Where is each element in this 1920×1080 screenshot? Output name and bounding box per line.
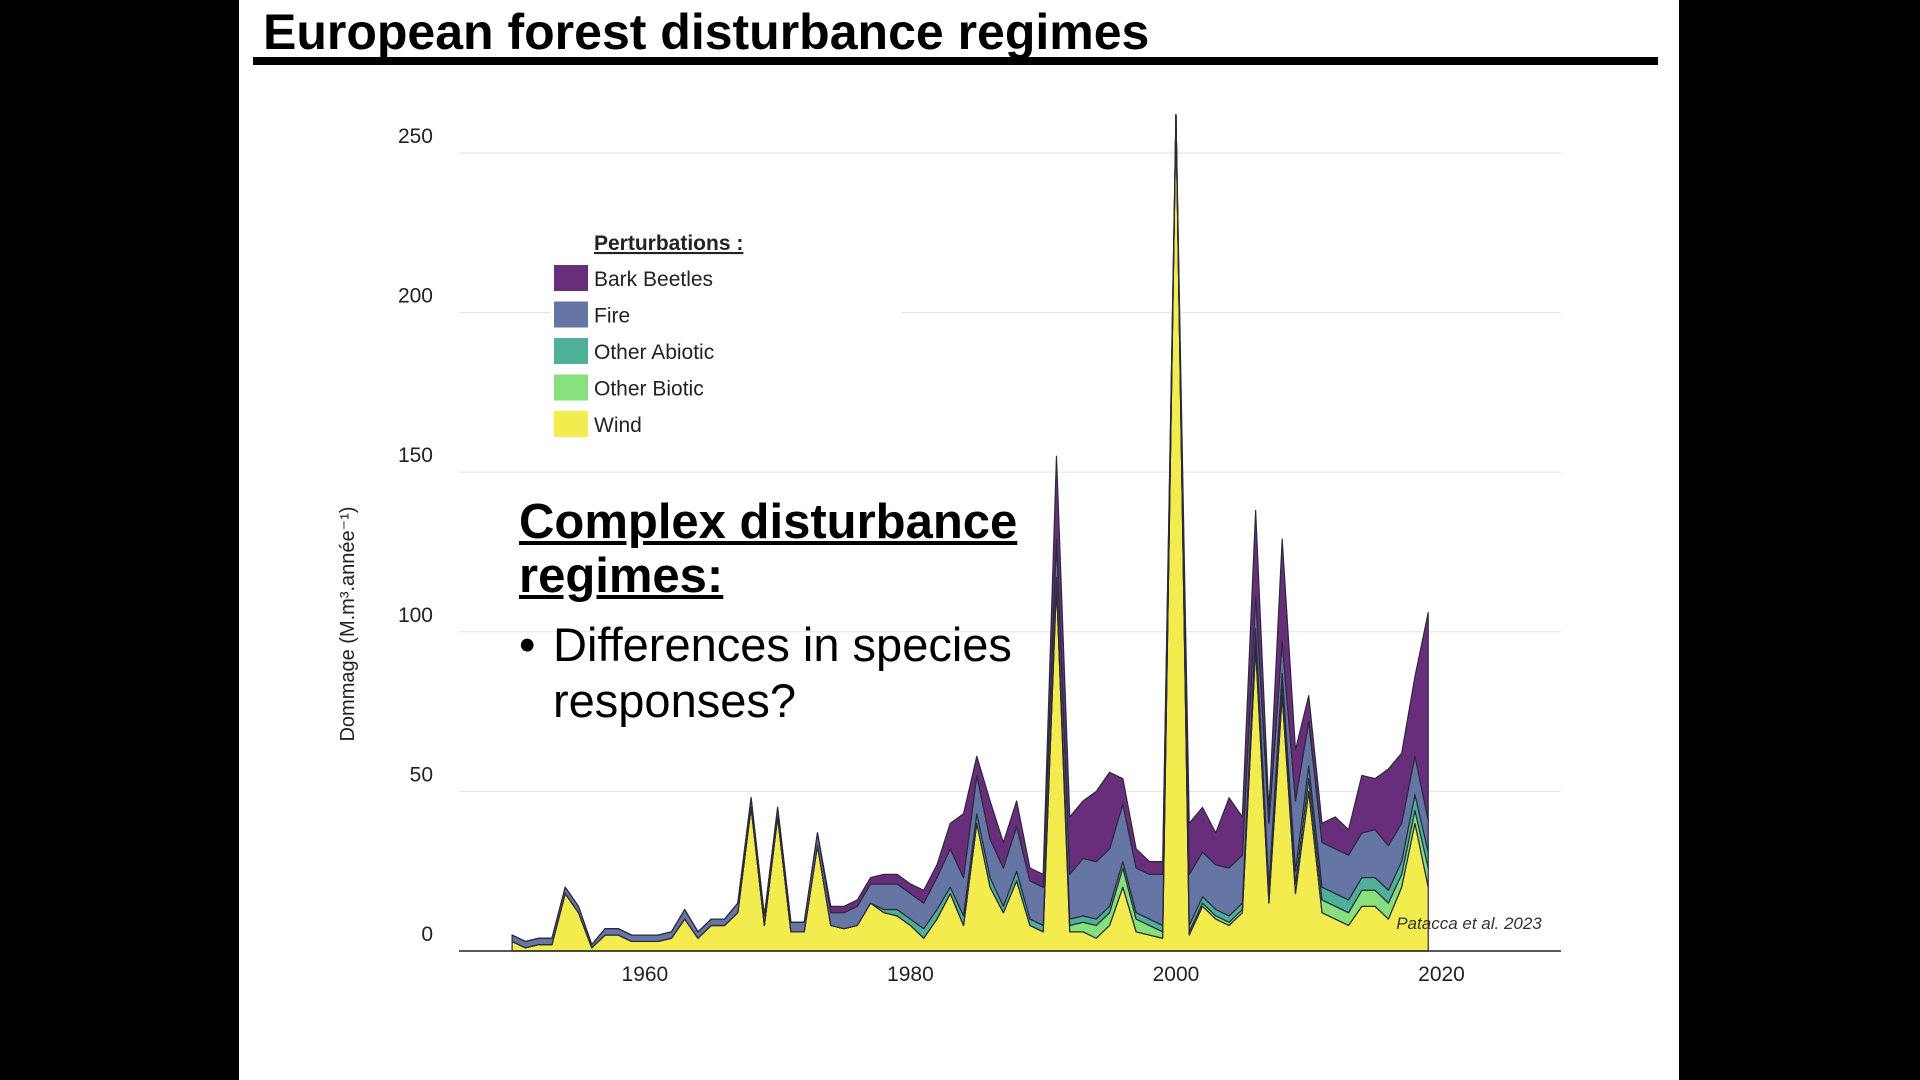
slide: 0 50 100 150 200 250 1960 1980 2000 2020 Dommage (… (239, 0, 1679, 1080)
y-tick-label-0: 0 (421, 923, 433, 946)
legend-swatch-other-abiotic (554, 338, 588, 364)
x-tick-label-2020: 2020 (1418, 963, 1465, 986)
x-tick-label-1980: 1980 (887, 963, 934, 986)
legend-label-fire: Fire (594, 305, 630, 328)
legend: Perturbations : Bark Beetles Fire Other Abi… (551, 225, 901, 440)
chart-labels: Patacca et al. 2023 (1396, 914, 1542, 933)
citation-annotation: Patacca et al. 2023 (1396, 914, 1542, 933)
y-axis-label: Dommage (M.m³.année⁻¹) (337, 506, 359, 741)
overlay-bullet-item: • Differences in species responses? (519, 617, 1139, 729)
overlay-heading: Complex disturbance regimes: (519, 495, 1018, 603)
legend-swatch-wind (554, 411, 588, 437)
y-tick-label-150: 150 (398, 444, 433, 467)
slide-title: European forest disturbance regimes (263, 4, 1150, 60)
legend-label-bark-beetles: Bark Beetles (594, 268, 713, 291)
y-tick-label-200: 200 (398, 285, 433, 308)
x-tick-label-1960: 1960 (622, 963, 669, 986)
legend-swatch-bark-beetles (554, 265, 588, 291)
legend-swatch-fire (554, 301, 588, 328)
title-underline-rule (253, 57, 1658, 65)
legend-title: Perturbations : (594, 232, 743, 255)
y-tick-label-100: 100 (398, 604, 433, 627)
overlay-bullet-text: Differences in species responses? (553, 618, 1012, 727)
overlay-text-box: Complex disturbance regimes: • Difference… (519, 495, 1139, 729)
x-tick-label-2000: 2000 (1153, 963, 1200, 986)
y-tick-label-50: 50 (410, 763, 433, 786)
bullet-marker: • (519, 618, 536, 671)
legend-label-other-abiotic: Other Abiotic (594, 341, 714, 364)
y-tick-label-250: 250 (398, 125, 433, 148)
legend-label-wind: Wind (594, 414, 642, 437)
legend-background (551, 225, 901, 440)
legend-swatch-other-biotic (554, 374, 588, 401)
legend-label-other-biotic: Other Biotic (594, 378, 704, 401)
